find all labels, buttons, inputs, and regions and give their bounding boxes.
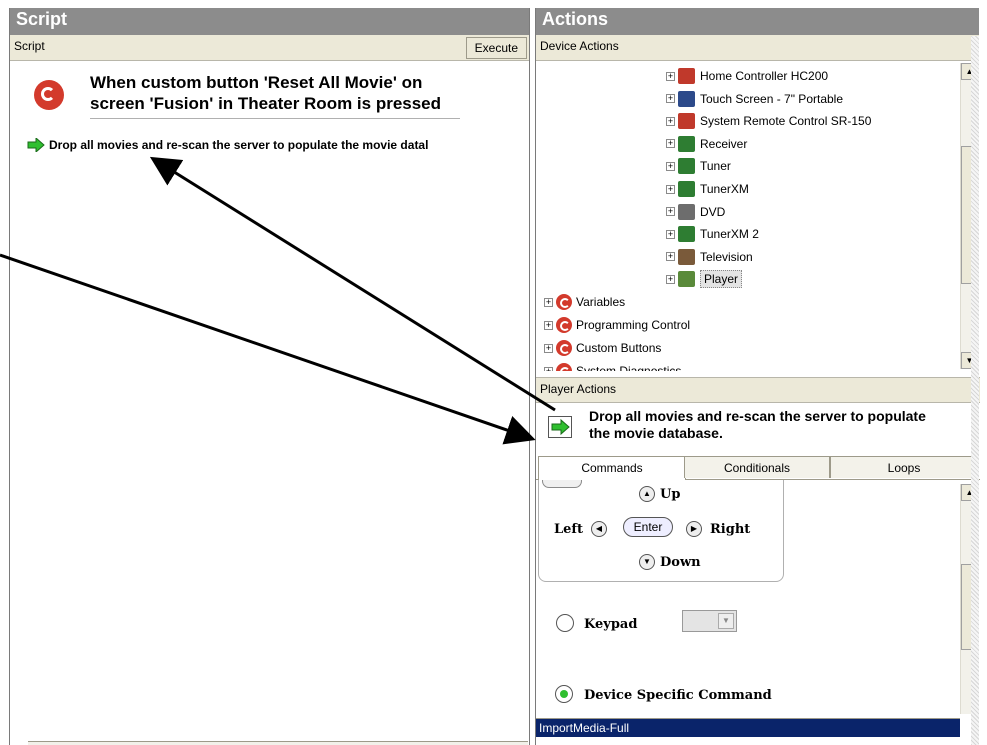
- annotation-arrows: [0, 156, 556, 445]
- annotation-arrow-to-script-step: [149, 156, 556, 412]
- annotation-arrow-to-player-action: [0, 253, 536, 445]
